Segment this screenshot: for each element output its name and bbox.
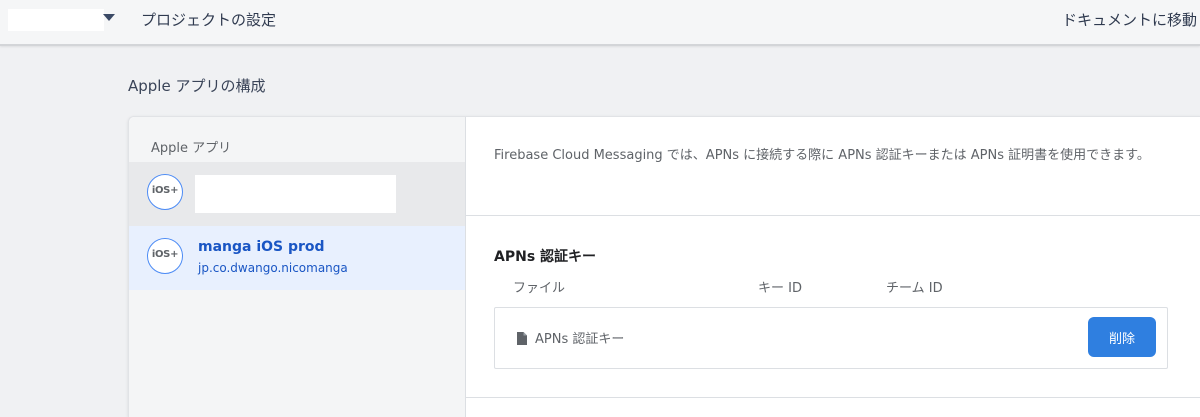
docs-link[interactable]: ドキュメントに移動 <box>1062 9 1197 30</box>
app-bundle-id: jp.co.dwango.nicomanga <box>198 261 348 275</box>
app-list-sidebar: Apple アプリ iOS+ iOS+ manga iOS prod jp.co… <box>129 117 466 417</box>
divider <box>466 397 1200 398</box>
column-header-key-id: キー ID <box>758 281 802 296</box>
ios-badge-label: iOS+ <box>151 185 179 196</box>
ios-app-icon: iOS+ <box>147 174 183 210</box>
column-header-file: ファイル <box>513 281 566 296</box>
ios-badge-label: iOS+ <box>151 249 179 260</box>
app-list-item[interactable]: iOS+ <box>129 162 465 226</box>
ios-app-icon: iOS+ <box>147 238 183 274</box>
project-selector[interactable] <box>8 9 104 31</box>
app-list-item-selected[interactable]: iOS+ manga iOS prod jp.co.dwango.nicoman… <box>129 226 465 290</box>
column-header-team-id: チーム ID <box>886 281 943 296</box>
sidebar-heading: Apple アプリ <box>151 141 232 156</box>
delete-button[interactable]: 削除 <box>1088 317 1156 357</box>
divider <box>466 215 1200 216</box>
top-bar: プロジェクトの設定 ドキュメントに移動 <box>0 0 1200 46</box>
apns-key-row: APNs 認証キー 削除 <box>494 307 1168 369</box>
section-title: Apple アプリの構成 <box>128 77 266 95</box>
apns-key-file-name: APNs 認証キー <box>535 332 625 347</box>
apple-app-config-card: Apple アプリ iOS+ iOS+ manga iOS prod jp.co… <box>128 116 1200 417</box>
redacted-app-name <box>195 175 396 213</box>
chevron-down-icon[interactable] <box>103 14 115 21</box>
file-icon <box>517 332 527 345</box>
app-name: manga iOS prod <box>198 239 325 255</box>
apns-key-heading: APNs 認証キー <box>494 249 597 265</box>
app-config-content: Firebase Cloud Messaging では、APNs に接続する際に… <box>466 117 1200 417</box>
fcm-description: Firebase Cloud Messaging では、APNs に接続する際に… <box>494 148 1150 163</box>
page-title: プロジェクトの設定 <box>141 11 277 29</box>
